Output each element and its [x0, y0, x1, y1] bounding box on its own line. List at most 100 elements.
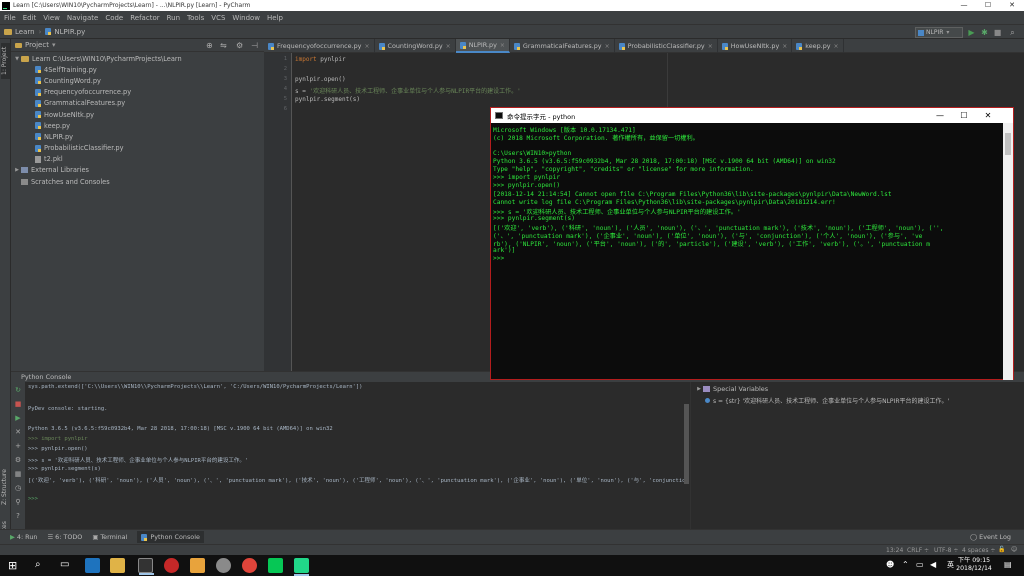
attach-debugger-icon[interactable]: ⚲ — [14, 498, 22, 506]
tab-terminal[interactable]: ▣ Terminal — [92, 533, 127, 541]
system-clock[interactable]: 下午 09:15 2018/12/14 — [952, 557, 996, 573]
tree-file[interactable]: keep.py — [11, 120, 264, 131]
tab-probabilisticclassifier[interactable]: ProbabilisticClassifier.py × — [615, 39, 718, 53]
tree-root[interactable]: ▼ Learn C:\Users\WIN10\PycharmProjects\Le… — [11, 53, 264, 64]
menu-refactor[interactable]: Refactor — [130, 14, 159, 22]
tree-file[interactable]: Frequencyofoccurrence.py — [11, 87, 264, 98]
inspector-icon[interactable]: ☺ — [1011, 546, 1017, 553]
menu-code[interactable]: Code — [105, 14, 123, 22]
sublime-icon[interactable] — [190, 558, 205, 573]
history-icon[interactable]: ◷ — [14, 484, 22, 492]
pycharm-taskbar-icon[interactable] — [294, 558, 309, 576]
volume-icon[interactable]: ◀ — [930, 560, 936, 569]
stop-icon[interactable]: ■ — [14, 400, 22, 408]
cmd-maximize-button[interactable]: ☐ — [952, 108, 976, 123]
tab-howusenltk[interactable]: HowUseNltk.py × — [718, 39, 793, 53]
tree-file[interactable]: NLPIR.py — [11, 131, 264, 142]
hide-panel-icon[interactable]: ⊣ — [251, 41, 258, 50]
console-scrollbar[interactable] — [684, 404, 689, 484]
close-tab-icon[interactable]: × — [708, 43, 713, 50]
expand-arrow-icon[interactable]: ▶ — [13, 167, 21, 173]
run-configuration-select[interactable]: NLPIR ▾ — [915, 27, 963, 38]
locate-icon[interactable]: ⊕ — [206, 41, 213, 50]
tree-file[interactable]: HowUseNltk.py — [11, 109, 264, 120]
cmd-taskbar-icon[interactable] — [138, 558, 154, 575]
cmd-output[interactable]: Microsoft Windows [版本 10.0.17134.471] (c… — [491, 123, 1004, 380]
project-tool-tab[interactable]: 1: Project — [1, 43, 10, 79]
console-prompt[interactable]: >>> — [28, 496, 38, 502]
close-tab-icon[interactable]: × — [782, 43, 787, 50]
tab-todo[interactable]: ☰ 6: TODO — [47, 533, 82, 541]
menu-file[interactable]: File — [4, 14, 16, 22]
cmd-close-button[interactable]: ✕ — [976, 108, 1000, 123]
people-icon[interactable]: ☻ — [886, 560, 894, 569]
line-separator[interactable]: CRLF ÷ — [907, 547, 929, 554]
variable-row[interactable]: s = {str} '欢迎科研人员、技术工程师、企事业单位与个人参与NLPIR平… — [705, 396, 949, 405]
task-view-icon[interactable]: ▭ — [60, 559, 69, 570]
file-explorer-icon[interactable] — [110, 558, 125, 573]
edge-icon[interactable] — [85, 558, 100, 573]
gear-icon[interactable]: ⚙ — [236, 41, 243, 50]
app-icon[interactable] — [164, 558, 179, 573]
breadcrumb-project[interactable]: Learn — [4, 28, 35, 36]
menu-window[interactable]: Window — [232, 14, 260, 22]
menu-navigate[interactable]: Navigate — [67, 14, 98, 22]
python-console[interactable]: sys.path.extend(['C:\\Users\\WIN10\\Pych… — [25, 382, 692, 529]
tree-file[interactable]: GrammaticalFeatures.py — [11, 98, 264, 109]
tree-file[interactable]: 4SelfTraining.py — [11, 64, 264, 75]
line-icon[interactable] — [268, 558, 283, 573]
menu-view[interactable]: View — [43, 14, 60, 22]
tree-scratches[interactable]: Scratches and Consoles — [11, 176, 264, 187]
special-variables-row[interactable]: ▶ Special Variables — [695, 385, 768, 393]
cmd-minimize-button[interactable]: — — [928, 108, 952, 123]
search-everywhere-icon[interactable]: ⌕ — [1008, 28, 1017, 37]
expand-arrow-icon[interactable]: ▼ — [13, 56, 21, 62]
tree-file[interactable]: CountingWord.py — [11, 75, 264, 86]
tab-grammaticalfeatures[interactable]: GrammaticalFeatures.py × — [510, 39, 615, 53]
close-tab-icon[interactable]: × — [834, 43, 839, 50]
stop-icon[interactable]: ■ — [993, 28, 1002, 37]
menu-vcs[interactable]: VCS — [211, 14, 225, 22]
menu-run[interactable]: Run — [167, 14, 180, 22]
project-panel-title[interactable]: Project — [25, 41, 49, 49]
breadcrumb-file[interactable]: NLPIR.py — [45, 28, 85, 36]
menu-tools[interactable]: Tools — [187, 14, 204, 22]
indent-setting[interactable]: 4 spaces ÷ — [962, 547, 995, 554]
help-icon[interactable]: ? — [14, 512, 22, 520]
rerun-icon[interactable]: ↻ — [14, 386, 22, 394]
tree-file[interactable]: t2.pkl — [11, 154, 264, 165]
menu-help[interactable]: Help — [267, 14, 283, 22]
new-console-icon[interactable]: + — [14, 442, 22, 450]
tree-external-libraries[interactable]: ▶ External Libraries — [11, 165, 264, 176]
tab-run[interactable]: ▶ 4: Run — [10, 533, 37, 541]
notification-icon[interactable]: ▤ — [1004, 560, 1012, 569]
cmd-scrollbar[interactable] — [1003, 123, 1013, 380]
caret-position[interactable]: 13:24 — [886, 547, 903, 554]
tab-frequencyofoccurrence[interactable]: Frequencyofoccurrence.py × — [264, 39, 375, 53]
tab-nlpir[interactable]: NLPIR.py × — [455, 39, 510, 53]
chrome-icon[interactable] — [242, 558, 257, 573]
close-button[interactable]: ✕ — [1000, 0, 1024, 11]
expand-arrow-icon[interactable]: ▶ — [695, 386, 703, 392]
close-tab-icon[interactable]: × — [500, 42, 505, 49]
tab-python-console[interactable]: Python Console — [137, 531, 204, 543]
chevron-down-icon[interactable]: ▾ — [52, 41, 56, 49]
tab-keep[interactable]: keep.py × — [792, 39, 844, 53]
close-tab-icon[interactable]: × — [605, 43, 610, 50]
close-console-icon[interactable]: ✕ — [14, 428, 22, 436]
run-icon[interactable]: ▶ — [967, 28, 976, 37]
search-icon[interactable]: ⌕ — [35, 559, 41, 570]
event-log-button[interactable]: ◯ Event Log — [970, 533, 1011, 541]
settings-icon[interactable]: ⚙ — [14, 456, 22, 464]
tab-countingword[interactable]: CountingWord.py × — [375, 39, 456, 53]
execute-icon[interactable]: ▶ — [14, 414, 22, 422]
structure-tool-tab[interactable]: Z: Structure — [1, 467, 10, 507]
cmd-window[interactable]: 命令提示字元 - python — ☐ ✕ Microsoft Windows … — [490, 107, 1014, 380]
scrollbar-thumb[interactable] — [1005, 133, 1011, 155]
display-icon[interactable]: ▭ — [916, 560, 924, 569]
close-tab-icon[interactable]: × — [446, 43, 451, 50]
windows-start-icon[interactable]: ⊞ — [8, 559, 17, 572]
lock-icon[interactable]: 🔓 — [998, 546, 1005, 553]
file-encoding[interactable]: UTF-8 ÷ — [934, 547, 958, 554]
minimize-button[interactable]: — — [952, 0, 976, 11]
